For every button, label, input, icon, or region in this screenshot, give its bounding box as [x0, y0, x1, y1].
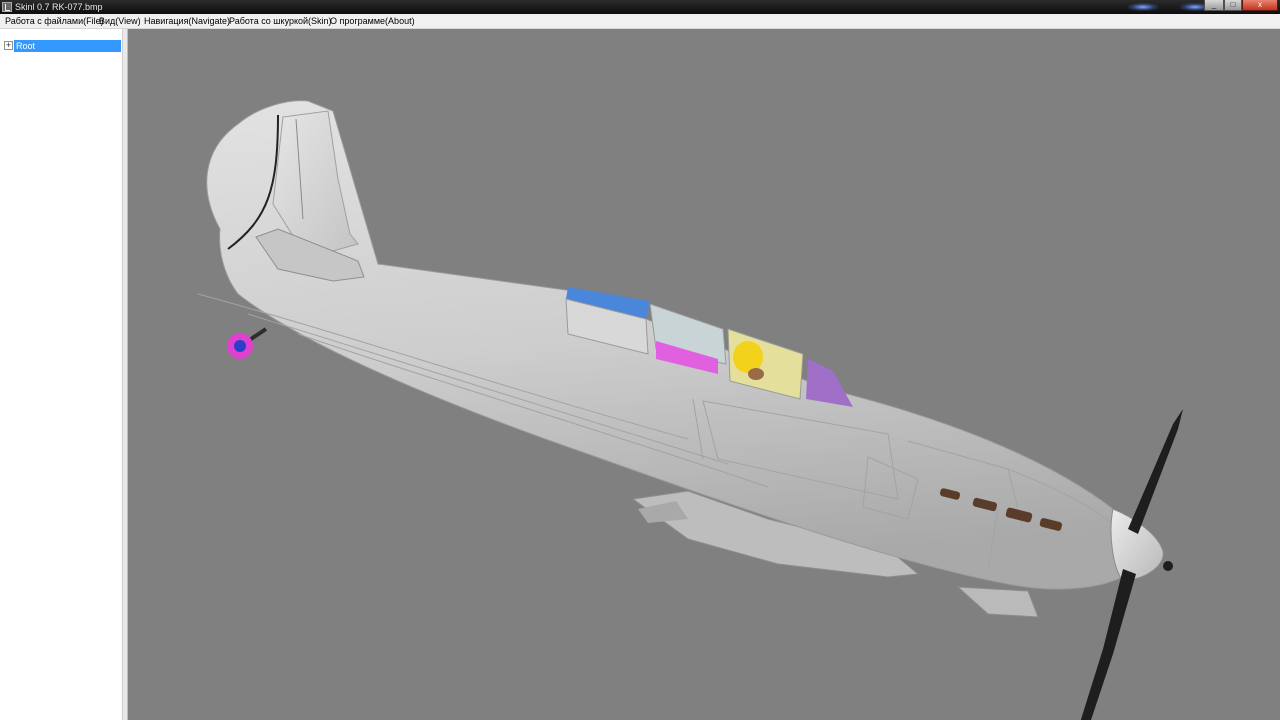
title-bar: Skinl 0.7 RK-077.bmp _ □ x — [0, 0, 1280, 14]
menu-about[interactable]: О программе(About) — [330, 14, 415, 28]
tree-node-root[interactable]: + Root — [4, 40, 122, 52]
tree-node-label[interactable]: Root — [14, 40, 121, 52]
close-button[interactable]: x — [1242, 0, 1278, 11]
menu-skin[interactable]: Работа со шкуркой(Skin) — [229, 14, 332, 28]
menu-file[interactable]: Работа с файлами(File) — [5, 14, 104, 28]
window-title: Skinl 0.7 RK-077.bmp — [15, 2, 103, 12]
3d-viewport[interactable] — [128, 29, 1280, 720]
menu-bar: Работа с файлами(File) Вид(View) Навигац… — [0, 14, 1280, 29]
expand-icon[interactable]: + — [4, 41, 13, 50]
tree-panel[interactable]: + Root — [0, 29, 123, 720]
taskbar-glow — [1128, 3, 1158, 11]
aircraft-3d-model — [197, 100, 1183, 720]
tail-wheel — [227, 327, 268, 359]
app-icon[interactable] — [2, 2, 12, 12]
window-controls: _ □ x — [1204, 0, 1278, 11]
maximize-button[interactable]: □ — [1224, 0, 1242, 11]
menu-view[interactable]: Вид(View) — [99, 14, 141, 28]
menu-navigate[interactable]: Навигация(Navigate) — [144, 14, 230, 28]
minimize-button[interactable]: _ — [1204, 0, 1224, 11]
